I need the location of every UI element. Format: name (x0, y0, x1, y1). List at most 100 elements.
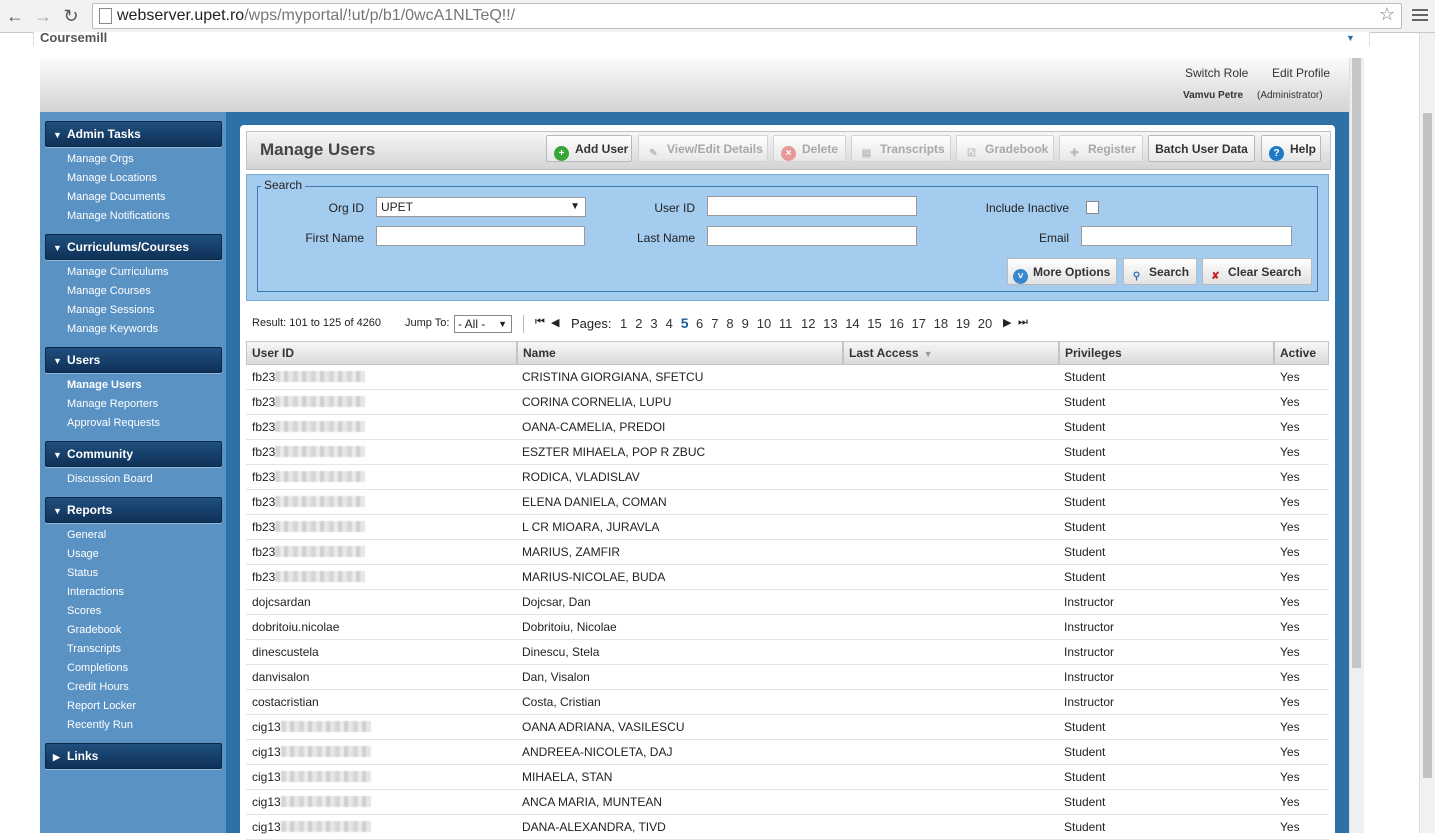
more-options-button[interactable]: ˅ More Options (1007, 258, 1117, 285)
table-row[interactable]: dinescustela Dinescu, Stela Instructor Yes (246, 640, 1329, 665)
clear-search-button[interactable]: ✘ Clear Search (1202, 258, 1312, 285)
search-button[interactable]: ⚲ Search (1123, 258, 1197, 285)
table-row[interactable]: cig13 DANA-ALEXANDRA, TIVD Student Yes (246, 815, 1329, 840)
sidebar-item-discussion-board[interactable]: Discussion Board (67, 473, 153, 485)
add-user-button[interactable]: + Add User (546, 135, 632, 162)
gradebook-button[interactable]: ☑ Gradebook (956, 135, 1054, 162)
sidebar-item-approval-requests[interactable]: Approval Requests (67, 417, 160, 429)
sidebar-item-credit-hours[interactable]: Credit Hours (67, 681, 129, 693)
transcripts-button[interactable]: ▤ Transcripts (851, 135, 951, 162)
table-row[interactable]: costacristian Costa, Cristian Instructor Ye… (246, 690, 1329, 715)
table-row[interactable]: fb23 MARIUS, ZAMFIR Student Yes (246, 540, 1329, 565)
table-row[interactable]: cig13 OANA ADRIANA, VASILESCU Student Yes (246, 715, 1329, 740)
page-link[interactable]: 10 (757, 316, 771, 331)
column-header-user-id[interactable]: User ID (246, 341, 517, 365)
page-link[interactable]: 12 (801, 316, 815, 331)
sidebar-item-general[interactable]: General (67, 529, 106, 541)
edit-profile-link[interactable]: Edit Profile (1272, 66, 1330, 80)
table-row[interactable]: fb23 ELENA DANIELA, COMAN Student Yes (246, 490, 1329, 515)
register-button[interactable]: ✚ Register (1059, 135, 1143, 162)
page-link[interactable]: 20 (978, 316, 992, 331)
column-header-active[interactable]: Active (1274, 341, 1329, 365)
org-id-select[interactable]: UPET ▼ (376, 197, 586, 217)
table-row[interactable]: cig13 MIHAELA, STAN Student Yes (246, 765, 1329, 790)
reload-icon[interactable]: ↻ (60, 5, 82, 27)
sidebar-item-gradebook[interactable]: Gradebook (67, 624, 121, 636)
table-row[interactable]: fb23 MARIUS-NICOLAE, BUDA Student Yes (246, 565, 1329, 590)
page-link[interactable]: 1 (620, 316, 627, 331)
page-scrollbar[interactable] (1419, 33, 1435, 833)
bookmark-star-icon[interactable]: ☆ (1379, 4, 1395, 25)
table-row[interactable]: fb23 CRISTINA GIORGIANA, SFETCU Student Yes (246, 365, 1329, 390)
page-link[interactable]: 11 (779, 316, 793, 331)
sidebar-item-completions[interactable]: Completions (67, 662, 128, 674)
sidebar-section-reports[interactable]: ▼ Reports (45, 497, 222, 523)
delete-button[interactable]: × Delete (773, 135, 846, 162)
page-link[interactable]: 19 (956, 316, 970, 331)
page-link[interactable]: 8 (726, 316, 733, 331)
help-button[interactable]: ? Help (1261, 135, 1321, 162)
page-link[interactable]: 14 (845, 316, 859, 331)
batch-user-data-button[interactable]: Batch User Data (1148, 135, 1255, 162)
frame-scrollbar[interactable] (1349, 58, 1364, 833)
email-input[interactable] (1081, 226, 1292, 246)
sidebar-item-usage[interactable]: Usage (67, 548, 99, 560)
sidebar-section-users[interactable]: ▼ Users (45, 347, 222, 373)
next-page-icon[interactable]: ▶ (1003, 316, 1011, 329)
page-link[interactable]: 16 (889, 316, 903, 331)
page-link[interactable]: 13 (823, 316, 837, 331)
last-name-input[interactable] (707, 226, 917, 246)
column-header-privileges[interactable]: Privileges (1059, 341, 1274, 365)
sidebar-item-manage-sessions[interactable]: Manage Sessions (67, 304, 154, 316)
table-row[interactable]: fb23 ESZTER MIHAELA, POP R ZBUC Student Yes (246, 440, 1329, 465)
switch-role-link[interactable]: Switch Role (1185, 66, 1248, 80)
column-header-last-access[interactable]: Last Access ▼ (843, 341, 1059, 365)
page-link[interactable]: 9 (742, 316, 749, 331)
include-inactive-checkbox[interactable] (1086, 201, 1099, 214)
sidebar-section-links[interactable]: ▶ Links (45, 743, 222, 769)
sidebar-item-manage-notifications[interactable]: Manage Notifications (67, 210, 170, 222)
table-row[interactable]: danvisalon Dan, Visalon Instructor Yes (246, 665, 1329, 690)
sidebar-section-admin-tasks[interactable]: ▼ Admin Tasks (45, 121, 222, 147)
first-page-icon[interactable]: ⏮ (535, 316, 545, 329)
table-row[interactable]: cig13 ANDREEA-NICOLETA, DAJ Student Yes (246, 740, 1329, 765)
sidebar-item-report-locker[interactable]: Report Locker (67, 700, 136, 712)
sidebar-item-manage-orgs[interactable]: Manage Orgs (67, 153, 134, 165)
page-link[interactable]: 4 (666, 316, 673, 331)
sidebar-item-scores[interactable]: Scores (67, 605, 101, 617)
page-link[interactable]: 7 (711, 316, 718, 331)
sidebar-item-manage-keywords[interactable]: Manage Keywords (67, 323, 158, 335)
table-row[interactable]: dojcsardan Dojcsar, Dan Instructor Yes (246, 590, 1329, 615)
table-row[interactable]: dobritoiu.nicolae Dobritoiu, Nicolae Instr… (246, 615, 1329, 640)
first-name-input[interactable] (376, 226, 585, 246)
page-link[interactable]: 5 (681, 315, 689, 331)
jump-to-select[interactable]: - All - ▼ (454, 315, 512, 333)
last-page-icon[interactable]: ⏭ (1018, 316, 1028, 329)
browser-menu-icon[interactable] (1412, 6, 1428, 24)
page-link[interactable]: 3 (650, 316, 657, 331)
page-link[interactable]: 6 (696, 316, 703, 331)
arrow-right-icon[interactable]: → (32, 5, 54, 27)
sidebar-item-manage-curriculums[interactable]: Manage Curriculums (67, 266, 168, 278)
view-edit-details-button[interactable]: ✎ View/Edit Details (638, 135, 768, 162)
table-row[interactable]: cig13 ANCA MARIA, MUNTEAN Student Yes (246, 790, 1329, 815)
prev-page-icon[interactable]: ◀ (551, 316, 559, 329)
table-row[interactable]: fb23 CORINA CORNELIA, LUPU Student Yes (246, 390, 1329, 415)
address-bar[interactable]: webserver.upet.ro/wps/myportal/!ut/p/b1/… (92, 3, 1402, 29)
sidebar-item-recently-run[interactable]: Recently Run (67, 719, 133, 731)
page-link[interactable]: 2 (635, 316, 642, 331)
arrow-left-icon[interactable]: ← (4, 5, 26, 27)
sidebar-section-curriculums[interactable]: ▼ Curriculums/Courses (45, 234, 222, 260)
sidebar-item-manage-locations[interactable]: Manage Locations (67, 172, 157, 184)
table-row[interactable]: fb23 L CR MIOARA, JURAVLA Student Yes (246, 515, 1329, 540)
page-link[interactable]: 17 (912, 316, 926, 331)
sidebar-section-community[interactable]: ▼ Community (45, 441, 222, 467)
sidebar-item-manage-reporters[interactable]: Manage Reporters (67, 398, 158, 410)
page-link[interactable]: 15 (867, 316, 881, 331)
sidebar-item-status[interactable]: Status (67, 567, 98, 579)
user-id-input[interactable] (707, 196, 917, 216)
sidebar-item-transcripts[interactable]: Transcripts (67, 643, 121, 655)
portlet-menu-icon[interactable]: ▼ (1346, 33, 1355, 43)
table-row[interactable]: fb23 RODICA, VLADISLAV Student Yes (246, 465, 1329, 490)
sidebar-item-manage-users[interactable]: Manage Users (67, 379, 142, 391)
